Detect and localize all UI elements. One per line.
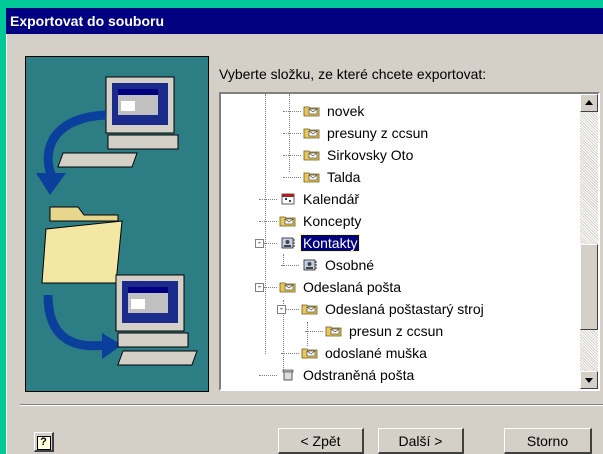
folder-letter-icon (279, 213, 301, 229)
folder-letter-icon (301, 345, 323, 361)
folder-letter-icon (303, 147, 325, 163)
tree-item-label: Talda (327, 169, 361, 185)
tree-item[interactable]: presuny z ccsun (303, 122, 430, 144)
folder-icon (41, 206, 123, 284)
tree-item-label: presun z ccsun (349, 323, 444, 339)
tree-item-label: Kalendář (303, 191, 360, 207)
folder-letter-icon (325, 323, 347, 339)
tree-item[interactable]: Odstraněná pošta (279, 364, 416, 386)
tree-item-label: presuny z ccsun (327, 125, 429, 141)
scroll-down-button[interactable] (580, 371, 598, 389)
cancel-button[interactable]: Storno (504, 428, 592, 454)
contacts-icon (301, 257, 323, 273)
tree-scrollbar[interactable] (580, 94, 598, 389)
help-icon: ? (36, 436, 51, 450)
folder-tree-list: novek presuny z ccsun Sirkovsky Oto Talda Ka… (221, 94, 578, 389)
dialog-title: Exportovat do souboru (6, 8, 603, 34)
collapse-toggle[interactable]: - (255, 239, 264, 248)
export-dialog: Exportovat do souboru Vyberte složku, ze… (6, 8, 603, 454)
tree-item-label: odoslané muška (325, 345, 427, 361)
tree-item[interactable]: Kalendář (279, 188, 361, 210)
export-illustration (36, 76, 198, 366)
tree-item-label: Odstraněná pošta (303, 367, 415, 383)
back-button[interactable]: < Zpět (278, 428, 364, 454)
tree-item[interactable]: Odeslaná poštastarý stroj (301, 298, 486, 320)
tree-item[interactable]: Talda (303, 166, 362, 188)
tree-item-label: Osobné (325, 257, 375, 273)
tree-item-label: Odeslaná pošta (303, 279, 402, 295)
tree-line (283, 155, 301, 156)
tree-line (305, 331, 323, 332)
folder-prompt: Vyberte složku, ze které chcete exportov… (219, 66, 487, 82)
folder-letter-icon (303, 125, 325, 141)
calendar-icon (279, 191, 301, 207)
tree-item-label: Koncepty (303, 213, 362, 229)
contacts-icon (279, 235, 301, 251)
tree-item[interactable]: Odeslaná pošta (279, 276, 403, 298)
computer-bottom-icon (115, 274, 198, 366)
collapse-toggle[interactable]: - (277, 305, 286, 314)
scroll-thumb[interactable] (580, 244, 598, 330)
tree-item[interactable]: presun z ccsun (325, 320, 445, 342)
folder-letter-icon (301, 301, 323, 317)
wizard-illustration (25, 56, 209, 392)
folder-letter-icon (303, 103, 325, 119)
collapse-toggle[interactable]: - (255, 283, 264, 292)
tree-line (259, 221, 277, 222)
tree-item[interactable]: Osobné (301, 254, 376, 276)
tree-line (281, 265, 299, 266)
tree-line (283, 177, 301, 178)
tree-line (259, 375, 277, 376)
scroll-up-button[interactable] (580, 94, 598, 112)
folder-letter-icon (303, 169, 325, 185)
help-button[interactable]: ? (34, 432, 54, 452)
next-button[interactable]: Další > (378, 428, 464, 454)
tree-item[interactable]: Sirkovsky Oto (303, 144, 415, 166)
folder-tree[interactable]: novek presuny z ccsun Sirkovsky Oto Talda Ka… (219, 92, 600, 391)
tree-item-label: Sirkovsky Oto (327, 147, 414, 163)
tree-line (265, 94, 266, 354)
tree-item[interactable]: novek (303, 100, 366, 122)
tree-line (283, 133, 301, 134)
folder-letter-icon (279, 279, 301, 295)
trash-icon (279, 367, 301, 383)
tree-item[interactable]: Kontakty (279, 232, 361, 254)
tree-line (259, 199, 277, 200)
separator (20, 404, 603, 406)
tree-line (281, 353, 299, 354)
tree-item[interactable]: odoslané muška (301, 342, 429, 364)
tree-item-label: novek (327, 103, 365, 119)
tree-item-label: Odeslaná poštastarý stroj (325, 301, 484, 317)
tree-item[interactable]: Koncepty (279, 210, 363, 232)
tree-line (283, 111, 301, 112)
tree-item-label: Kontakty (299, 234, 361, 252)
